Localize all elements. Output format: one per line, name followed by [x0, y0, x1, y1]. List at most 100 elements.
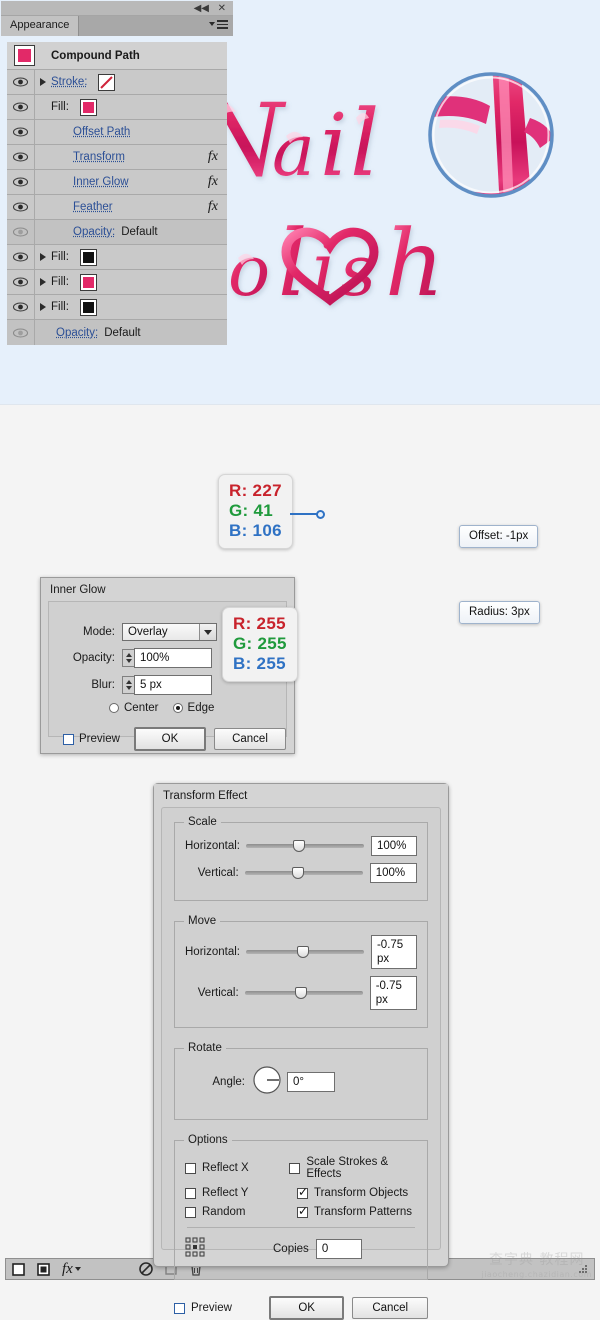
appearance-row-offset-path[interactable]: Offset Path	[7, 120, 227, 145]
glow-rgb-b: B: 255	[233, 654, 286, 673]
appearance-row-label[interactable]: Offset Path	[73, 126, 130, 138]
fx-icon[interactable]: fx	[208, 174, 218, 190]
fill-callout-dot	[316, 510, 325, 519]
scale-vertical-slider[interactable]	[244, 866, 363, 880]
visibility-eye-icon[interactable]	[7, 195, 35, 219]
appearance-row-label[interactable]: Feather	[73, 201, 113, 213]
blur-label: Blur:	[91, 679, 115, 691]
move-horizontal-slider[interactable]	[245, 945, 364, 959]
fill-color-swatch[interactable]	[79, 98, 97, 116]
fill-color-swatch[interactable]	[79, 273, 97, 291]
transform-patterns-checkbox[interactable]	[297, 1204, 308, 1218]
magnifier-circle	[428, 72, 554, 198]
transform-cancel-button[interactable]: Cancel	[352, 1297, 428, 1319]
expand-arrow-icon[interactable]	[35, 78, 51, 86]
transform-effect-title: Transform Effect	[154, 784, 448, 807]
visibility-eye-icon[interactable]	[7, 270, 35, 294]
visibility-eye-icon[interactable]	[7, 245, 35, 269]
opacity-stepper[interactable]	[122, 649, 134, 667]
expand-arrow-icon[interactable]	[35, 278, 51, 286]
blur-input[interactable]: 5 px	[134, 675, 212, 695]
scale-horizontal-slider[interactable]	[245, 839, 364, 853]
move-fieldset: Move Horizontal: -0.75 px Vertical: -0.7…	[174, 915, 428, 1028]
move-vertical-slider[interactable]	[244, 986, 363, 1000]
appearance-row-fill-2[interactable]: Fill:	[7, 245, 227, 270]
appearance-row-label[interactable]: Transform	[73, 151, 125, 163]
chevron-down-icon[interactable]	[199, 624, 216, 640]
tab-appearance[interactable]: Appearance	[1, 16, 80, 36]
appearance-row-label: Fill:	[51, 251, 69, 263]
expand-arrow-icon[interactable]	[35, 303, 51, 311]
scale-strokes-checkbox[interactable]	[289, 1162, 301, 1174]
appearance-row-feather[interactable]: Feather fx	[7, 195, 227, 220]
appearance-row-fill-4[interactable]: Fill:	[7, 295, 227, 320]
transform-preview-checkbox[interactable]	[174, 1302, 185, 1314]
visibility-eye-icon[interactable]	[7, 145, 35, 169]
scale-vertical-label: Vertical:	[197, 867, 239, 879]
mode-select[interactable]: Overlay	[122, 623, 217, 641]
reflect-y-checkbox[interactable]	[185, 1187, 196, 1199]
center-radio[interactable]	[109, 703, 119, 713]
appearance-row-fill-3[interactable]: Fill:	[7, 270, 227, 295]
new-stroke-icon[interactable]	[37, 1262, 50, 1276]
add-effect-fx-icon[interactable]: fx	[62, 1261, 81, 1278]
appearance-row-inner-glow[interactable]: Inner Glow fx	[7, 170, 227, 195]
random-label: Random	[202, 1206, 246, 1218]
panel-menu-icon[interactable]	[209, 20, 228, 29]
angle-label: Angle:	[212, 1075, 245, 1088]
preview-checkbox[interactable]	[63, 733, 74, 745]
stroke-none-swatch[interactable]	[98, 73, 116, 91]
visibility-eye-icon[interactable]	[7, 95, 35, 119]
expand-arrow-icon[interactable]	[35, 253, 51, 261]
appearance-row-fill-main[interactable]: Fill:	[7, 95, 227, 120]
collapse-icon[interactable]: ◀◀	[194, 3, 209, 14]
blur-stepper[interactable]	[122, 676, 134, 694]
appearance-row-opacity-bottom[interactable]: Opacity: Default	[7, 320, 227, 345]
appearance-row-label[interactable]: Opacity:	[73, 226, 115, 238]
opacity-input[interactable]: 100%	[134, 648, 212, 668]
object-fill-swatch[interactable]	[14, 45, 35, 66]
clear-appearance-icon[interactable]	[139, 1262, 153, 1276]
angle-dial[interactable]	[252, 1065, 282, 1098]
appearance-row-opacity-nested[interactable]: Opacity: Default	[7, 220, 227, 245]
angle-input[interactable]: 0°	[287, 1071, 335, 1092]
fill-color-swatch[interactable]	[79, 248, 97, 266]
fx-icon[interactable]: fx	[208, 199, 218, 215]
reflect-x-checkbox[interactable]	[185, 1162, 196, 1174]
scale-horizontal-input[interactable]: 100%	[370, 836, 417, 856]
close-icon[interactable]: ✕	[218, 3, 226, 14]
ok-button[interactable]: OK	[133, 727, 206, 751]
visibility-eye-icon[interactable]	[7, 120, 35, 144]
appearance-row-label[interactable]: Stroke:	[51, 76, 87, 88]
svg-text:h: h	[385, 210, 444, 317]
edge-radio[interactable]	[172, 703, 183, 713]
appearance-header-row[interactable]: Compound Path	[7, 42, 227, 70]
copies-input[interactable]: 0	[315, 1238, 362, 1259]
appearance-list: Compound Path Stroke: Fill: Offset Path …	[6, 41, 228, 346]
appearance-row-label: Fill:	[51, 276, 69, 288]
cancel-button[interactable]: Cancel	[213, 728, 286, 750]
scale-vertical-input[interactable]: 100%	[369, 863, 417, 883]
scale-legend: Scale	[184, 816, 221, 828]
appearance-row-stroke[interactable]: Stroke:	[7, 70, 227, 95]
panel-topbar: ◀◀ ✕	[1, 1, 233, 16]
appearance-row-transform[interactable]: Transform fx	[7, 145, 227, 170]
fill-color-swatch[interactable]	[79, 298, 97, 316]
move-vertical-input[interactable]: -0.75 px	[369, 976, 417, 1010]
visibility-eye-icon[interactable]	[7, 295, 35, 319]
anchor-grid-icon[interactable]	[185, 1237, 205, 1260]
reflect-x-label: Reflect X	[202, 1162, 249, 1174]
random-checkbox[interactable]	[185, 1206, 196, 1218]
fill-rgb-g: G: 41	[229, 501, 274, 520]
visibility-eye-icon[interactable]	[7, 70, 35, 94]
new-fill-icon[interactable]	[12, 1262, 25, 1276]
transform-objects-label: Transform Objects	[314, 1187, 409, 1199]
appearance-row-label[interactable]: Opacity:	[56, 327, 98, 339]
transform-ok-button[interactable]: OK	[268, 1296, 345, 1320]
transform-objects-checkbox[interactable]	[297, 1185, 308, 1199]
fx-icon[interactable]: fx	[208, 149, 218, 165]
move-horizontal-input[interactable]: -0.75 px	[370, 935, 417, 969]
visibility-eye-icon[interactable]	[7, 170, 35, 194]
appearance-row-label[interactable]: Inner Glow	[73, 176, 129, 188]
svg-text:a: a	[272, 108, 323, 192]
